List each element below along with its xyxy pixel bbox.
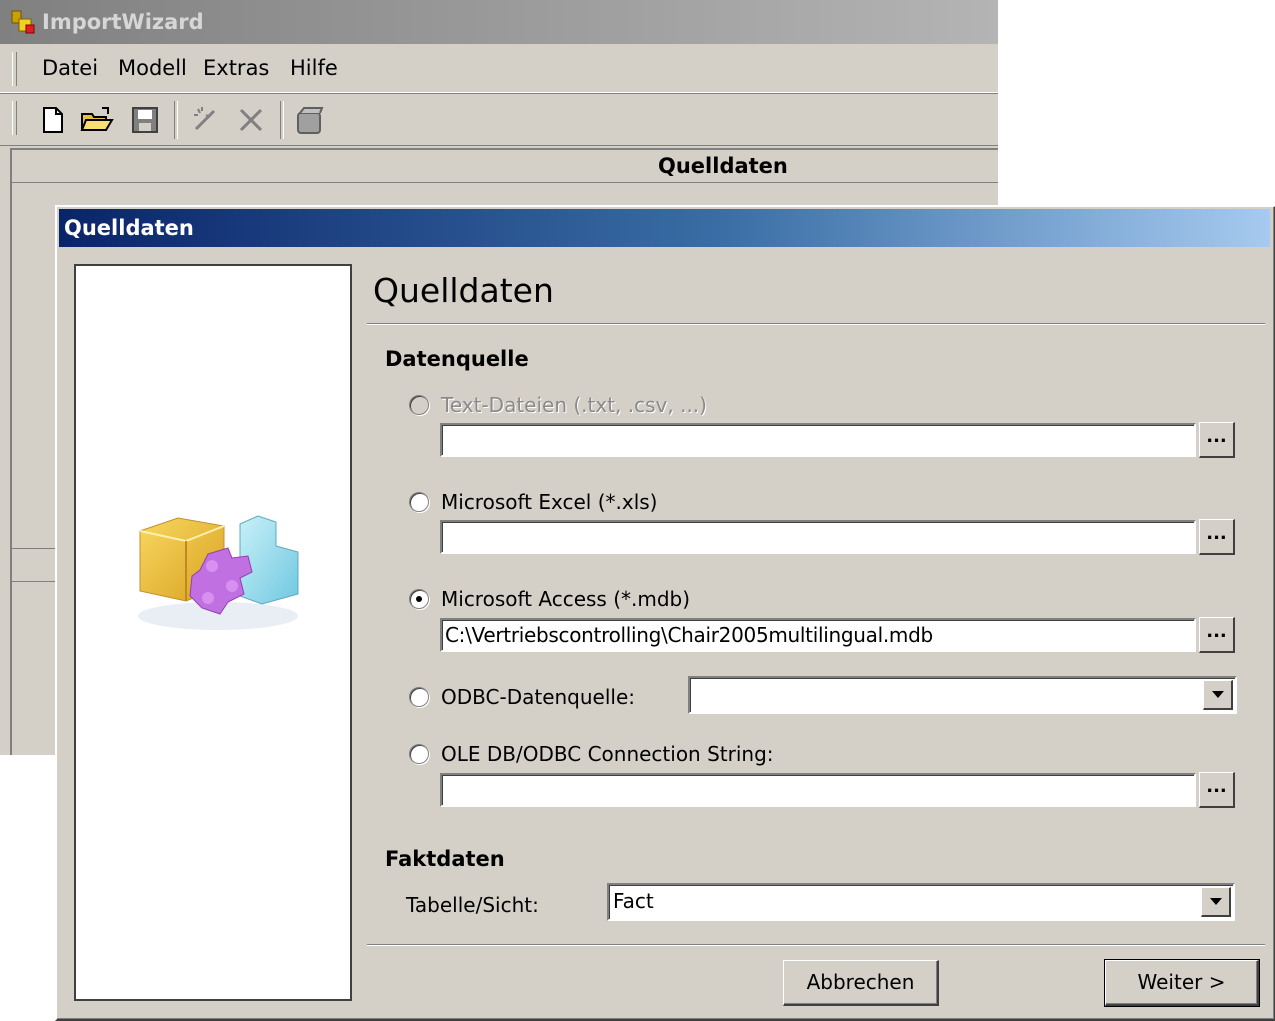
database-icon[interactable] (290, 101, 328, 139)
main-window-title: ImportWizard (42, 10, 204, 34)
tabelle-sicht-value: Fact (613, 889, 654, 913)
new-document-icon[interactable] (34, 101, 72, 139)
radio-text-files-label: Text-Dateien (.txt, .csv, ...) (441, 393, 707, 417)
radio-access[interactable] (409, 589, 429, 609)
excel-browse-button[interactable]: ... (1199, 519, 1235, 555)
heading-divider (367, 323, 1265, 325)
text-files-browse-button[interactable]: ... (1199, 422, 1235, 458)
radio-excel-row[interactable]: Microsoft Excel (*.xls) (409, 490, 657, 514)
radio-odbc[interactable] (409, 687, 429, 707)
toolbar-grip[interactable] (12, 101, 17, 135)
radio-access-label: Microsoft Access (*.mdb) (441, 587, 691, 611)
main-content-header-title: Quelldaten (658, 154, 788, 178)
wizard-side-panel (74, 264, 352, 1001)
radio-odbc-row[interactable]: ODBC-Datenquelle: (409, 685, 635, 709)
radio-oledb-label: OLE DB/ODBC Connection String: (441, 742, 774, 766)
next-button[interactable]: Weiter > (1104, 959, 1260, 1007)
menubar-grip[interactable] (12, 52, 17, 86)
radio-oledb-row[interactable]: OLE DB/ODBC Connection String: (409, 742, 774, 766)
radio-text-files-row[interactable]: Text-Dateien (.txt, .csv, ...) (409, 393, 707, 417)
import-wizard-app-icon (10, 9, 36, 35)
menu-datei[interactable]: Datei (42, 56, 98, 80)
connection-string-field[interactable] (440, 773, 1196, 807)
chevron-down-icon[interactable] (1203, 680, 1233, 710)
main-titlebar: ImportWizard (0, 0, 998, 44)
menu-hilfe[interactable]: Hilfe (290, 56, 338, 80)
delete-icon[interactable] (232, 101, 270, 139)
datenquelle-section-label: Datenquelle (385, 347, 529, 371)
dialog-titlebar[interactable]: Quelldaten (59, 209, 1270, 247)
chevron-down-icon[interactable] (1201, 887, 1231, 917)
quelldaten-dialog: Quelldaten Quelldaten Datenquelle Text-D… (55, 205, 1275, 1021)
radio-excel-label: Microsoft Excel (*.xls) (441, 490, 658, 514)
radio-odbc-label: ODBC-Datenquelle: (441, 685, 636, 709)
text-files-path-field[interactable] (440, 423, 1196, 457)
cancel-button[interactable]: Abbrechen (783, 960, 939, 1006)
toolbar-separator (280, 101, 284, 139)
wizard-wand-icon[interactable] (186, 101, 224, 139)
excel-path-field[interactable] (440, 520, 1196, 554)
main-content-header: Quelldaten (12, 150, 998, 183)
tabelle-sicht-dropdown[interactable]: Fact (607, 883, 1235, 921)
access-browse-button[interactable]: ... (1199, 617, 1235, 653)
radio-access-row[interactable]: Microsoft Access (*.mdb) (409, 587, 690, 611)
save-icon[interactable] (126, 101, 164, 139)
footer-divider (367, 944, 1265, 946)
menu-modell[interactable]: Modell (118, 56, 187, 80)
dialog-title: Quelldaten (64, 216, 194, 240)
menu-bar: Datei Modell Extras Hilfe (0, 46, 998, 93)
access-path-field[interactable]: C:\Vertriebscontrolling\Chair2005multili… (440, 618, 1196, 652)
radio-text-files[interactable] (409, 395, 429, 415)
data-blocks-illustration-icon (138, 515, 299, 630)
odbc-datasource-dropdown[interactable] (688, 676, 1237, 714)
connection-string-browse-button[interactable]: ... (1199, 772, 1235, 808)
faktdaten-section-label: Faktdaten (385, 847, 505, 871)
toolbar-separator (174, 101, 178, 139)
tabelle-sicht-label: Tabelle/Sicht: (406, 893, 539, 917)
menu-extras[interactable]: Extras (203, 56, 269, 80)
page-heading: Quelldaten (373, 271, 554, 310)
radio-oledb[interactable] (409, 744, 429, 764)
radio-excel[interactable] (409, 492, 429, 512)
toolbar (0, 95, 998, 146)
open-folder-icon[interactable] (78, 101, 116, 139)
